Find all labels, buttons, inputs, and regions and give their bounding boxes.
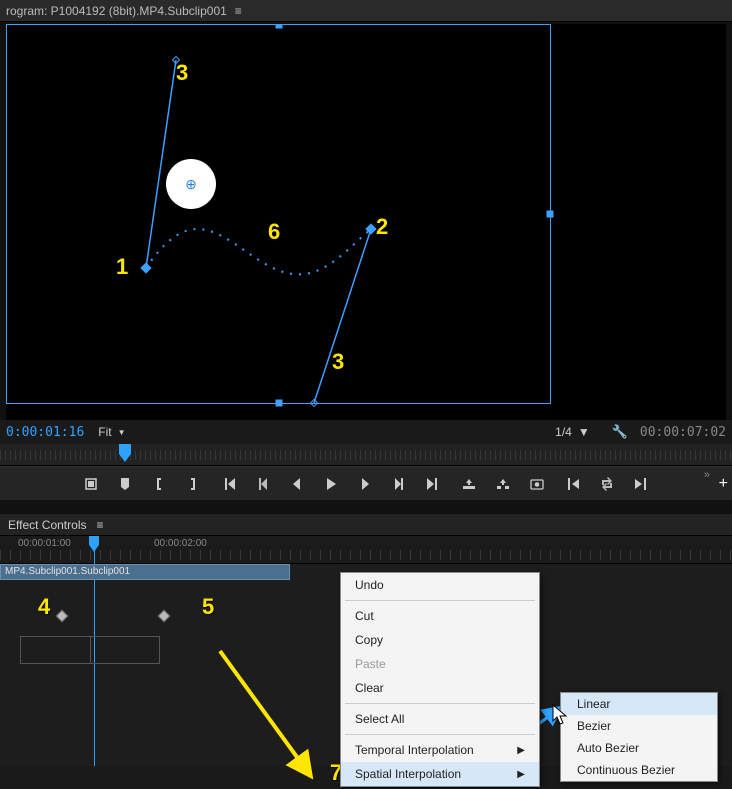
extract-icon[interactable]	[493, 474, 513, 494]
timecode-row: 0:00:01:16 Fit ▼ 1/4 ▼ 🔧 00:00:07:02	[0, 420, 732, 444]
program-ruler[interactable]	[0, 444, 732, 466]
menu-temporal-interpolation[interactable]: Temporal Interpolation▶	[341, 738, 539, 762]
panel-menu-icon[interactable]: ≡	[235, 4, 242, 18]
menu-separator	[345, 734, 535, 735]
add-marker-icon[interactable]	[115, 474, 135, 494]
clip-header-bar[interactable]: MP4.Subclip001.Subclip001	[0, 564, 290, 580]
value-graph	[20, 636, 160, 664]
mark-in-icon[interactable]	[81, 474, 101, 494]
zoom-dropdown[interactable]: Fit ▼	[98, 425, 125, 439]
go-prev-edit-icon[interactable]	[563, 474, 583, 494]
menu-spatial-interpolation[interactable]: Spatial Interpolation▶	[341, 762, 539, 786]
transport-bar: » +	[0, 466, 732, 500]
loop-icon[interactable]	[597, 474, 617, 494]
submenu-arrow-icon: ▶	[517, 745, 525, 756]
program-viewport-wrap: ⊕ 1 2 3 3 6	[0, 22, 732, 420]
duration-timecode: 00:00:07:02	[640, 425, 726, 440]
ec-keyframe-5[interactable]	[158, 610, 171, 623]
ruler-label-1: 00:00:01:00	[18, 538, 71, 549]
ec-keyframe-4[interactable]	[56, 610, 69, 623]
menu-undo[interactable]: Undo	[341, 573, 539, 597]
menu-cut[interactable]: Cut	[341, 604, 539, 628]
transform-handle-bottom[interactable]	[275, 400, 282, 407]
transform-handle-top[interactable]	[275, 24, 282, 29]
zoom-label: Fit	[98, 425, 111, 439]
context-menu[interactable]: Undo Cut Copy Paste Clear Select All Tem…	[340, 572, 540, 787]
settings-wrench-icon[interactable]: 🔧	[612, 424, 628, 440]
step-back-icon[interactable]	[253, 474, 273, 494]
effect-controls-ruler[interactable]: 00:00:01:00 00:00:02:00	[0, 536, 732, 564]
program-panel-title-bar: rogram: P1004192 (8bit).MP4.Subclip001 ≡	[0, 0, 732, 22]
menu-clear[interactable]: Clear	[341, 676, 539, 700]
menu-copy[interactable]: Copy	[341, 628, 539, 652]
clip-object-circle[interactable]: ⊕	[166, 159, 216, 209]
overflow-icon[interactable]: »	[704, 469, 710, 481]
ruler-label-2: 00:00:02:00	[154, 538, 207, 549]
go-to-out-icon[interactable]	[423, 474, 443, 494]
go-next-edit-icon[interactable]	[631, 474, 651, 494]
frame-forward-icon[interactable]	[355, 474, 375, 494]
effect-controls-label: Effect Controls	[8, 518, 86, 532]
menu-select-all[interactable]: Select All	[341, 707, 539, 731]
submenu-auto-bezier[interactable]: Auto Bezier	[561, 737, 717, 759]
anchor-point-icon: ⊕	[185, 176, 197, 193]
submenu-bezier[interactable]: Bezier	[561, 715, 717, 737]
resolution-label: 1/4	[555, 425, 572, 439]
play-icon[interactable]	[321, 474, 341, 494]
menu-paste: Paste	[341, 652, 539, 676]
chevron-down-icon: ▼	[118, 428, 126, 437]
spatial-interpolation-submenu[interactable]: Linear Bezier Auto Bezier Continuous Bez…	[560, 692, 718, 782]
clip-name-label: MP4.Subclip001.Subclip001	[5, 566, 130, 577]
annotation-5: 5	[202, 594, 214, 620]
resolution-dropdown[interactable]: 1/4 ▼	[555, 425, 590, 439]
annotation-4: 4	[38, 594, 50, 620]
program-panel-title: rogram: P1004192 (8bit).MP4.Subclip001	[6, 4, 227, 18]
menu-separator	[345, 600, 535, 601]
submenu-linear[interactable]: Linear	[561, 693, 717, 715]
chevron-down-icon: ▼	[578, 425, 590, 439]
program-viewport[interactable]: ⊕ 1 2 3 3 6	[6, 24, 726, 420]
frame-back-icon[interactable]	[287, 474, 307, 494]
mark-in-bracket-icon[interactable]	[149, 474, 169, 494]
effect-controls-tab[interactable]: Effect Controls ≡	[0, 514, 732, 536]
current-timecode[interactable]: 0:00:01:16	[6, 425, 84, 440]
add-button-icon[interactable]: +	[719, 475, 728, 493]
transform-handle-right[interactable]	[547, 211, 554, 218]
transform-bounding-box[interactable]	[6, 24, 551, 404]
export-frame-icon[interactable]	[527, 474, 547, 494]
submenu-arrow-icon: ▶	[517, 769, 525, 780]
menu-separator	[345, 703, 535, 704]
mark-out-bracket-icon[interactable]	[183, 474, 203, 494]
lift-icon[interactable]	[459, 474, 479, 494]
go-to-in-icon[interactable]	[219, 474, 239, 494]
step-forward-icon[interactable]	[389, 474, 409, 494]
panel-menu-icon[interactable]: ≡	[96, 518, 103, 532]
submenu-continuous-bezier[interactable]: Continuous Bezier	[561, 759, 717, 781]
